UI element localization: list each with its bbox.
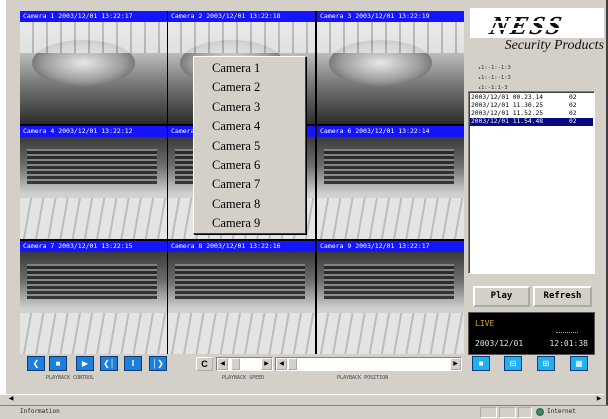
- camera-title: Camera 9 2003/12/01 13:22:17: [317, 241, 464, 252]
- camera-view: [317, 137, 464, 239]
- menu-item-camera-8[interactable]: Camera 8: [194, 195, 305, 214]
- logo-stripe: [480, 21, 598, 23]
- camera-view: [20, 137, 167, 239]
- menu-item-camera-6[interactable]: Camera 6: [194, 156, 305, 175]
- event-timestamp: 2003/12/01 11.52.25: [471, 110, 544, 117]
- camera-title: Camera 8 2003/12/01 13:22:16: [168, 241, 315, 252]
- live-label: LIVE: [475, 319, 495, 328]
- menu-item-camera-4[interactable]: Camera 4: [194, 117, 305, 136]
- pause-icon[interactable]: ‖: [124, 356, 142, 371]
- status-cell: [480, 407, 497, 418]
- step-back-icon[interactable]: ❮│: [100, 356, 118, 371]
- live-clock-panel: LIVE 2003/12/01 12:01:38: [468, 312, 595, 355]
- slider-left-arrow-icon[interactable]: ◀: [276, 358, 287, 370]
- event-timestamp: 2003/12/01 11.54.48: [471, 118, 544, 125]
- playback-position-label: PLAYBACK POSITION: [337, 375, 389, 381]
- menu-item-camera-1[interactable]: Camera 1: [194, 59, 305, 78]
- playback-position-slider[interactable]: ◀ ▶: [275, 357, 462, 371]
- camera-title: Camera 3 2003/12/01 13:22:19: [317, 11, 464, 22]
- menu-item-camera-3[interactable]: Camera 3: [194, 98, 305, 117]
- status-text: Information: [20, 408, 60, 415]
- ness-logo: NESS Security Products: [470, 6, 604, 56]
- event-row-selected[interactable]: 2003/12/01 11.54.48 02: [470, 118, 593, 126]
- menu-item-camera-9[interactable]: Camera 9: [194, 214, 305, 233]
- sixteen-view-icon[interactable]: ▦: [570, 356, 588, 371]
- camera-view: [168, 252, 315, 354]
- event-list[interactable]: 2003/12/01 00.23.14 02 2003/12/01 11.30.…: [468, 91, 595, 274]
- logo-subtitle: Security Products: [504, 38, 604, 53]
- slider-thumb[interactable]: [288, 358, 297, 370]
- zone-label: Internet: [547, 408, 576, 415]
- browser-status-bar: Information Internet: [0, 405, 608, 419]
- camera-tile-9[interactable]: Camera 9 2003/12/01 13:22:17: [317, 241, 464, 354]
- app-window: Camera 1 2003/12/01 13:22:17 Camera 2 20…: [0, 0, 608, 419]
- camera-tile-4[interactable]: Camera 4 2003/12/01 13:22:12: [20, 126, 167, 239]
- scroll-left-icon[interactable]: ◀: [6, 395, 16, 404]
- event-channel: 02: [569, 102, 577, 109]
- slider-thumb[interactable]: [231, 358, 240, 370]
- camera-view: [317, 22, 464, 124]
- event-channel: 02: [569, 94, 577, 101]
- refresh-button[interactable]: Refresh: [533, 286, 592, 307]
- camera-tile-7[interactable]: Camera 7 2003/12/01 13:22:15: [20, 241, 167, 354]
- live-time: 12:01:38: [549, 339, 588, 348]
- camera-title: Camera 1 2003/12/01 13:22:17: [20, 11, 167, 22]
- single-view-icon[interactable]: ■: [472, 356, 490, 371]
- slider-left-arrow-icon[interactable]: ◀: [217, 358, 228, 370]
- step-forward-icon[interactable]: │❯: [149, 356, 167, 371]
- event-channel: 02: [569, 110, 577, 117]
- camera-title: Camera 6 2003/12/01 13:22:14: [317, 126, 464, 137]
- horizontal-scrollbar[interactable]: ◀ ▶: [6, 394, 604, 404]
- event-row[interactable]: 2003/12/01 11.30.25 02: [470, 102, 593, 110]
- camera-title: Camera 4 2003/12/01 13:22:12: [20, 126, 167, 137]
- camera-tile-3[interactable]: Camera 3 2003/12/01 13:22:19: [317, 11, 464, 124]
- status-cell: [499, 407, 516, 418]
- camera-tile-6[interactable]: Camera 6 2003/12/01 13:22:14: [317, 126, 464, 239]
- camera-title: Camera 7 2003/12/01 13:22:15: [20, 241, 167, 252]
- rewind-icon[interactable]: ❮: [27, 356, 45, 371]
- camera-view: [20, 22, 167, 124]
- camera-view: [317, 252, 464, 354]
- live-indicator: [556, 332, 578, 333]
- event-timestamp: 2003/12/01 11.30.25: [471, 102, 544, 109]
- playback-control-label: PLAYBACK CONTROL: [46, 375, 95, 381]
- quad-view-icon[interactable]: ⊟: [504, 356, 522, 371]
- event-channel: 02: [569, 118, 577, 125]
- playback-speed-label: PLAYBACK SPEED: [222, 375, 265, 381]
- playback-speed-slider[interactable]: ◀ ▶: [216, 357, 273, 371]
- logo-stripe: [480, 28, 598, 30]
- internet-zone-icon: [536, 408, 544, 416]
- logo-mark: NESS: [470, 8, 604, 40]
- camera-context-menu: Camera 1 Camera 2 Camera 3 Camera 4 Came…: [193, 56, 306, 234]
- live-date: 2003/12/01: [475, 339, 524, 348]
- camera-tile-8[interactable]: Camera 8 2003/12/01 13:22:16: [168, 241, 315, 354]
- logo-brand: NESS: [487, 11, 567, 40]
- event-row[interactable]: 2003/12/01 11.52.25 02: [470, 110, 593, 118]
- camera-title: Camera 2 2003/12/01 13:22:18: [168, 11, 315, 22]
- camera-view: [20, 252, 167, 354]
- menu-item-camera-5[interactable]: Camera 5: [194, 137, 305, 156]
- menu-item-camera-2[interactable]: Camera 2: [194, 78, 305, 97]
- status-cell: [518, 407, 532, 418]
- camera-tile-1[interactable]: Camera 1 2003/12/01 13:22:17: [20, 11, 167, 124]
- slider-right-arrow-icon[interactable]: ▶: [450, 358, 461, 370]
- event-timestamp: 2003/12/01 00.23.14: [471, 94, 544, 101]
- status-line: 1:-1:-1:3: [478, 73, 538, 83]
- nine-view-icon[interactable]: ⊞: [537, 356, 555, 371]
- status-line: 1:-1:-1:3: [478, 63, 538, 73]
- event-row[interactable]: 2003/12/01 00.23.14 02: [470, 94, 593, 102]
- slider-right-arrow-icon[interactable]: ▶: [261, 358, 272, 370]
- play-button[interactable]: Play: [473, 286, 530, 307]
- status-list: 1:-1:-1:3 1:-1:-1:3 1:-1:1-3: [478, 63, 538, 93]
- c-button[interactable]: C: [196, 357, 213, 371]
- window-edge: [0, 0, 6, 395]
- scroll-right-icon[interactable]: ▶: [594, 395, 604, 404]
- menu-item-camera-7[interactable]: Camera 7: [194, 175, 305, 194]
- stop-icon[interactable]: ■: [49, 356, 67, 371]
- play-icon[interactable]: ▶: [76, 356, 94, 371]
